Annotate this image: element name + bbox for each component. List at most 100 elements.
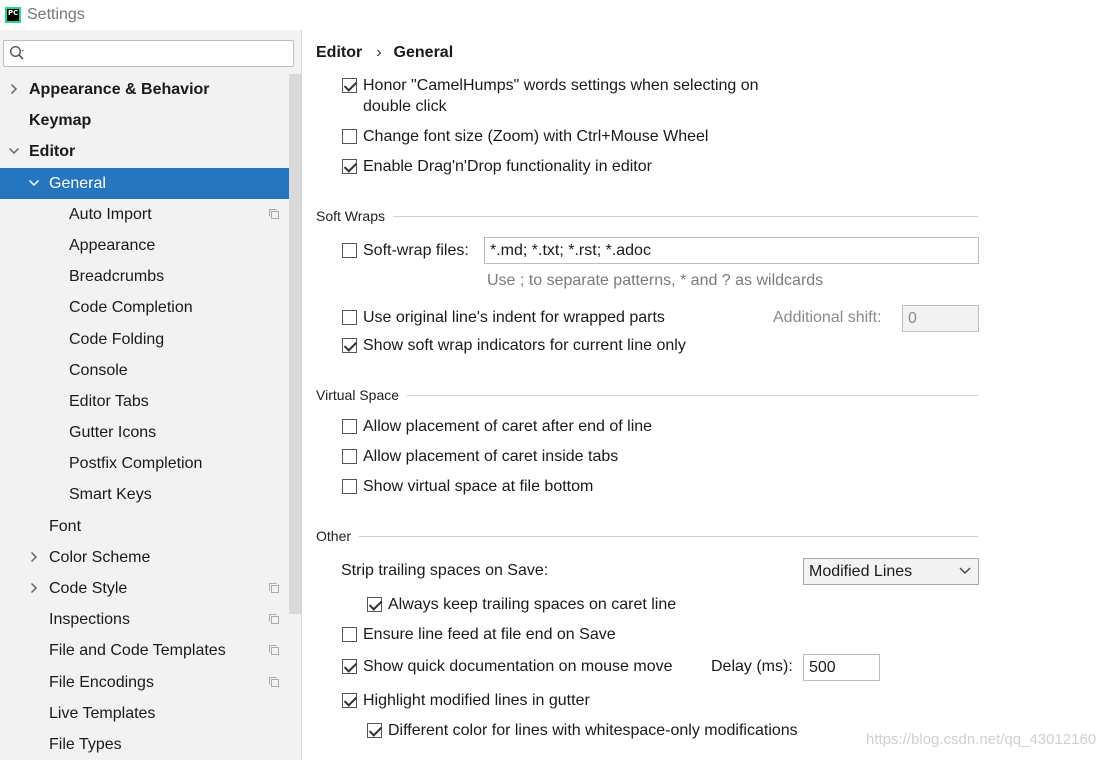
strip-trailing-value: Modified Lines (809, 563, 913, 580)
strip-trailing-label: Strip trailing spaces on Save: (341, 562, 549, 579)
chevron-down-icon[interactable] (8, 145, 20, 157)
strip-trailing-dropdown[interactable]: Modified Lines (803, 558, 979, 585)
sidebar-item[interactable]: Editor (0, 136, 287, 167)
search-icon[interactable] (9, 45, 26, 62)
sidebar-item[interactable]: Console (0, 355, 287, 386)
keep-caret-spaces-label: Always keep trailing spaces on caret lin… (388, 596, 677, 613)
additional-shift-input[interactable]: 0 (902, 305, 979, 332)
section-title: Virtual Space (316, 387, 400, 403)
softwrap-indicators-checkbox[interactable] (342, 338, 357, 353)
highlight-modified-checkbox[interactable] (342, 693, 357, 708)
sidebar-item[interactable]: Code Folding (0, 324, 287, 355)
sidebar-item[interactable]: Code Completion (0, 292, 287, 323)
sidebar-item[interactable]: Live Templates (0, 698, 287, 729)
option-line-feed[interactable]: Ensure line feed at file end on Save (342, 624, 616, 645)
quick-doc-checkbox[interactable] (342, 659, 357, 674)
option-keep-caret-spaces[interactable]: Always keep trailing spaces on caret lin… (367, 594, 676, 615)
sidebar-item[interactable]: Inspections (0, 604, 287, 635)
section-divider (359, 535, 978, 537)
option-camelhumps[interactable]: Honor "CamelHumps" words settings when s… (342, 75, 759, 117)
copy-icon (269, 614, 279, 625)
sidebar-item[interactable]: Editor Tabs (0, 386, 287, 417)
whitespace-color-label: Different color for lines with whitespac… (388, 722, 798, 739)
caret-after-eol-checkbox[interactable] (342, 419, 357, 434)
option-caret-after-eol[interactable]: Allow placement of caret after end of li… (342, 416, 652, 437)
section-title: Other (316, 528, 352, 544)
option-softwrap-files[interactable]: Soft-wrap files: (342, 240, 469, 261)
sidebar-item[interactable]: File Types (0, 729, 287, 760)
section-soft-wraps: Soft Wraps (316, 208, 978, 224)
sidebar-item[interactable]: Appearance (0, 230, 287, 261)
dragdrop-label: Enable Drag'n'Drop functionality in edit… (363, 158, 652, 175)
chevron-right-icon[interactable] (8, 83, 20, 95)
zoom-checkbox[interactable] (342, 129, 357, 144)
virtual-space-bottom-checkbox[interactable] (342, 479, 357, 494)
sidebar-item-label: File Encodings (49, 673, 154, 691)
delay-label: Delay (ms): (711, 658, 793, 675)
breadcrumb-parent[interactable]: Editor (316, 44, 362, 62)
section-divider (393, 215, 978, 217)
sidebar-item-label: Keymap (29, 112, 92, 130)
sidebar-scrollbar[interactable] (289, 74, 301, 614)
sidebar-item[interactable]: Keymap (0, 105, 287, 136)
sidebar-item[interactable]: Auto Import (0, 199, 287, 230)
softwrap-files-label: Soft-wrap files: (363, 242, 469, 259)
dragdrop-checkbox[interactable] (342, 159, 357, 174)
option-original-indent[interactable]: Use original line's indent for wrapped p… (342, 307, 665, 328)
option-quick-doc[interactable]: Show quick documentation on mouse move (342, 656, 673, 677)
sidebar-item-label: Postfix Completion (69, 455, 203, 473)
keep-caret-spaces-checkbox[interactable] (367, 597, 382, 612)
sidebar-item-label: File and Code Templates (49, 642, 226, 660)
sidebar-item-label: Breadcrumbs (69, 268, 165, 286)
sidebar-item[interactable]: Breadcrumbs (0, 261, 287, 292)
settings-tree: Appearance & Behavior Keymap Editor General… (0, 74, 301, 760)
option-zoom[interactable]: Change font size (Zoom) with Ctrl+Mouse … (342, 126, 708, 147)
sidebar-item-label: Live Templates (49, 704, 156, 722)
caret-inside-tabs-checkbox[interactable] (342, 449, 357, 464)
camelhumps-checkbox[interactable] (342, 78, 357, 93)
option-virtual-space-bottom[interactable]: Show virtual space at file bottom (342, 476, 593, 497)
delay-input[interactable]: 500 (803, 654, 880, 681)
sidebar-item-label: Editor Tabs (69, 392, 149, 410)
window-title: Settings (27, 6, 85, 23)
sidebar-item-label: File Types (49, 735, 122, 753)
sidebar-item[interactable]: General (0, 167, 301, 199)
sidebar-item[interactable]: File and Code Templates (0, 635, 287, 666)
sidebar-item[interactable]: Color Scheme (0, 542, 287, 573)
sidebar-item-label: Editor (29, 143, 76, 161)
chevron-down-icon[interactable] (28, 177, 40, 189)
option-caret-inside-tabs[interactable]: Allow placement of caret inside tabs (342, 446, 618, 467)
whitespace-color-checkbox[interactable] (367, 723, 382, 738)
sidebar-item-label: Font (49, 517, 82, 535)
section-divider (407, 394, 978, 396)
watermark: https://blog.csdn.net/qq_43012160 (866, 731, 1097, 748)
sidebar-item-label: Appearance (69, 236, 156, 254)
sidebar-item[interactable]: Smart Keys (0, 479, 287, 510)
sidebar-item[interactable]: File Encodings (0, 667, 287, 698)
chevron-right-icon[interactable] (28, 582, 40, 594)
quick-doc-label: Show quick documentation on mouse move (363, 658, 673, 675)
sidebar-item-label: General (49, 174, 106, 192)
option-highlight-modified[interactable]: Highlight modified lines in gutter (342, 690, 590, 711)
option-dragdrop[interactable]: Enable Drag'n'Drop functionality in edit… (342, 156, 652, 177)
sidebar-item[interactable]: Code Style (0, 573, 287, 604)
option-softwrap-indicators[interactable]: Show soft wrap indicators for current li… (342, 335, 686, 356)
option-whitespace-color[interactable]: Different color for lines with whitespac… (367, 720, 798, 741)
sidebar-item-label: Color Scheme (49, 548, 151, 566)
additional-shift-label: Additional shift: (773, 309, 882, 326)
softwrap-patterns-input[interactable]: *.md; *.txt; *.rst; *.adoc (484, 237, 979, 264)
caret-after-eol-label: Allow placement of caret after end of li… (363, 418, 653, 435)
original-indent-checkbox[interactable] (342, 310, 357, 325)
chevron-right-icon[interactable] (28, 551, 40, 563)
line-feed-checkbox[interactable] (342, 627, 357, 642)
sidebar-item[interactable]: Font (0, 511, 287, 542)
sidebar-item-label: Code Completion (69, 299, 193, 317)
settings-search-input[interactable] (3, 40, 294, 67)
sidebar-item[interactable]: Gutter Icons (0, 417, 287, 448)
settings-sidebar: Appearance & Behavior Keymap Editor General… (0, 30, 302, 760)
section-other: Other (316, 528, 978, 544)
softwrap-files-checkbox[interactable] (342, 243, 357, 258)
sidebar-item-label: Auto Import (69, 205, 152, 223)
sidebar-item[interactable]: Postfix Completion (0, 448, 287, 479)
sidebar-item[interactable]: Appearance & Behavior (0, 74, 287, 105)
